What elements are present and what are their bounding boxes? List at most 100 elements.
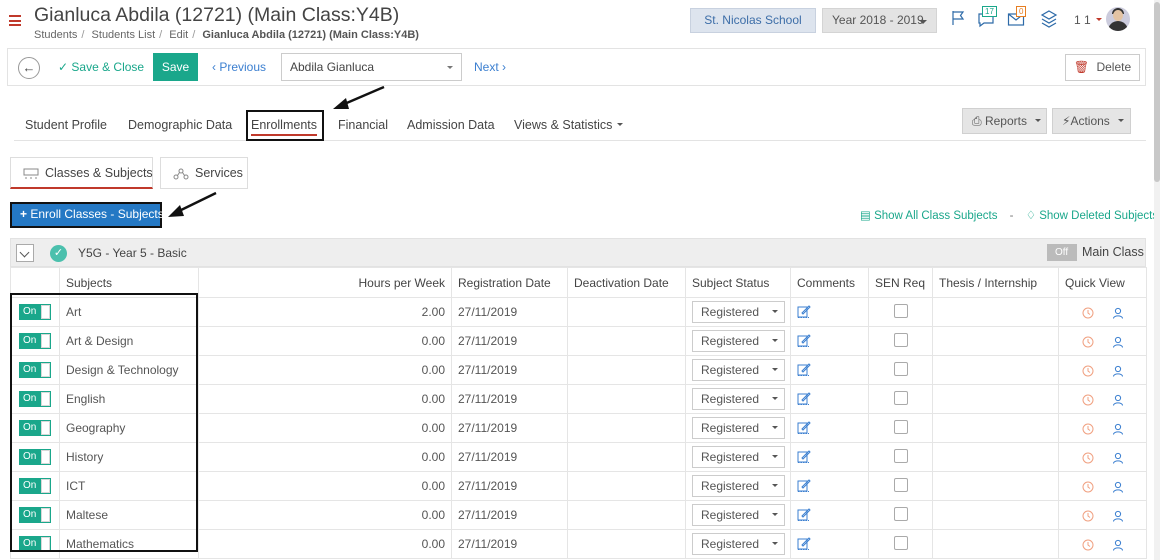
reports-button[interactable]: ⎙ Reports: [962, 108, 1047, 134]
user-menu-caret-icon[interactable]: [1096, 18, 1102, 24]
clock-icon[interactable]: [1082, 394, 1094, 406]
col-thesis-internship: Thesis / Internship: [932, 267, 1059, 298]
user-icon[interactable]: [1112, 365, 1124, 377]
chevron-down-icon: [772, 513, 778, 519]
user-icon[interactable]: [1112, 452, 1124, 464]
enroll-classes-subjects-button[interactable]: + Enroll Classes - Subjects: [10, 202, 164, 228]
subject-status-select[interactable]: Registered: [692, 330, 785, 352]
edit-note-icon[interactable]: [797, 507, 811, 521]
menu-icon[interactable]: [9, 15, 21, 26]
sen-req-checkbox[interactable]: [893, 506, 908, 521]
actions-button[interactable]: ⚡Actions: [1052, 108, 1131, 134]
subject-status-cell: Registered: [685, 355, 791, 385]
edit-note-icon[interactable]: [797, 362, 811, 376]
clock-icon[interactable]: [1082, 510, 1094, 522]
user-icon[interactable]: [1112, 307, 1124, 319]
user-icon[interactable]: [1112, 510, 1124, 522]
hours-per-week: 0.00: [198, 413, 452, 443]
chevron-down-icon: [772, 310, 778, 316]
quick-view-cell: [1058, 413, 1147, 443]
subject-status-select[interactable]: Registered: [692, 504, 785, 526]
subject-status-select[interactable]: Registered: [692, 388, 785, 410]
page-scrollbar[interactable]: [1154, 0, 1160, 560]
clock-icon[interactable]: [1082, 423, 1094, 435]
clock-icon[interactable]: [1082, 481, 1094, 493]
clock-icon[interactable]: [1082, 539, 1094, 551]
subject-status-select[interactable]: Registered: [692, 301, 785, 323]
subject-status-value: Registered: [701, 363, 760, 377]
user-icon[interactable]: [1112, 423, 1124, 435]
tab-admission-data[interactable]: Admission Data: [407, 118, 495, 132]
edit-note-icon[interactable]: [797, 536, 811, 550]
breadcrumb-students-list[interactable]: Students List: [92, 29, 156, 41]
sen-req-checkbox[interactable]: [893, 419, 908, 434]
subject-status-select[interactable]: Registered: [692, 417, 785, 439]
breadcrumb-edit[interactable]: Edit: [169, 29, 188, 41]
user-icon[interactable]: [1112, 539, 1124, 551]
previous-button[interactable]: ‹ Previous: [212, 60, 266, 74]
subtab-classes-subjects[interactable]: Classes & Subjects: [10, 157, 153, 189]
edit-note-icon[interactable]: [797, 333, 811, 347]
subject-status-cell: Registered: [685, 326, 791, 356]
main-class-toggle[interactable]: Off: [1047, 244, 1077, 261]
sen-req-checkbox[interactable]: [893, 535, 908, 550]
deactivation-date: [567, 471, 686, 501]
clock-icon[interactable]: [1082, 452, 1094, 464]
student-select[interactable]: Abdila Gianluca: [281, 53, 462, 81]
clock-icon[interactable]: [1082, 336, 1094, 348]
edit-note-icon[interactable]: [797, 420, 811, 434]
sen-req-cell: [868, 384, 933, 414]
sen-req-checkbox[interactable]: [893, 361, 908, 376]
save-button[interactable]: Save: [153, 53, 198, 81]
show-deleted-subjects-link[interactable]: Show Deleted Subjects: [1039, 210, 1158, 222]
school-button[interactable]: St. Nicolas School: [690, 8, 816, 33]
subject-status-select[interactable]: Registered: [692, 359, 785, 381]
save-close-label: Save & Close: [71, 60, 145, 74]
user-icon[interactable]: [1112, 394, 1124, 406]
edit-note-icon[interactable]: [797, 304, 811, 318]
sen-req-checkbox[interactable]: [893, 477, 908, 492]
col-sen-req: SEN Req: [868, 267, 933, 298]
user-icon[interactable]: [1112, 336, 1124, 348]
sen-req-checkbox[interactable]: [893, 390, 908, 405]
subtab-services[interactable]: Services: [160, 157, 248, 189]
next-button[interactable]: Next ›: [474, 60, 506, 74]
chevron-down-icon: [1035, 118, 1042, 125]
chevron-down-icon: [772, 455, 778, 461]
sen-req-checkbox[interactable]: [893, 303, 908, 318]
user-icon[interactable]: [1112, 481, 1124, 493]
sen-req-checkbox[interactable]: [893, 448, 908, 463]
edit-note-icon[interactable]: [797, 391, 811, 405]
clock-icon[interactable]: [1082, 307, 1094, 319]
annotation-arrow-enrollments: [333, 85, 385, 109]
comments-cell: [790, 500, 869, 530]
subtab-classes-subjects-label: Classes & Subjects: [45, 166, 153, 180]
back-button[interactable]: ←: [18, 57, 40, 79]
sen-req-checkbox[interactable]: [893, 332, 908, 347]
top-header: Gianluca Abdila (12721) (Main Class:Y4B)…: [0, 0, 1154, 46]
edit-note-icon[interactable]: [797, 478, 811, 492]
show-all-class-subjects-link[interactable]: Show All Class Subjects: [874, 210, 997, 222]
tab-financial[interactable]: Financial: [338, 118, 388, 132]
col-registration-date: Registration Date: [451, 267, 568, 298]
clock-icon[interactable]: [1082, 365, 1094, 377]
tab-demographic-data[interactable]: Demographic Data: [128, 118, 232, 132]
layers-icon[interactable]: [1040, 9, 1058, 29]
subject-status-select[interactable]: Registered: [692, 475, 785, 497]
registration-date: 27/11/2019: [451, 297, 568, 327]
registration-date: 27/11/2019: [451, 413, 568, 443]
subject-status-select[interactable]: Registered: [692, 533, 785, 555]
flag-icon[interactable]: [950, 10, 966, 26]
tab-student-profile[interactable]: Student Profile: [25, 118, 107, 132]
breadcrumb-students[interactable]: Students: [34, 29, 77, 41]
delete-button[interactable]: 🗑 Delete: [1065, 54, 1140, 81]
year-dropdown[interactable]: Year 2018 - 2019: [822, 8, 937, 33]
tab-views-statistics[interactable]: Views & Statistics: [514, 118, 624, 132]
collapse-button[interactable]: [16, 244, 34, 262]
subject-status-select[interactable]: Registered: [692, 446, 785, 468]
edit-note-icon[interactable]: [797, 449, 811, 463]
save-close-button[interactable]: ✓ Save & Close: [58, 60, 144, 74]
eraser-icon: ♢: [1025, 210, 1037, 222]
breadcrumb: Students / Students List / Edit / Gianluca …: [34, 29, 419, 41]
avatar[interactable]: [1106, 7, 1130, 31]
